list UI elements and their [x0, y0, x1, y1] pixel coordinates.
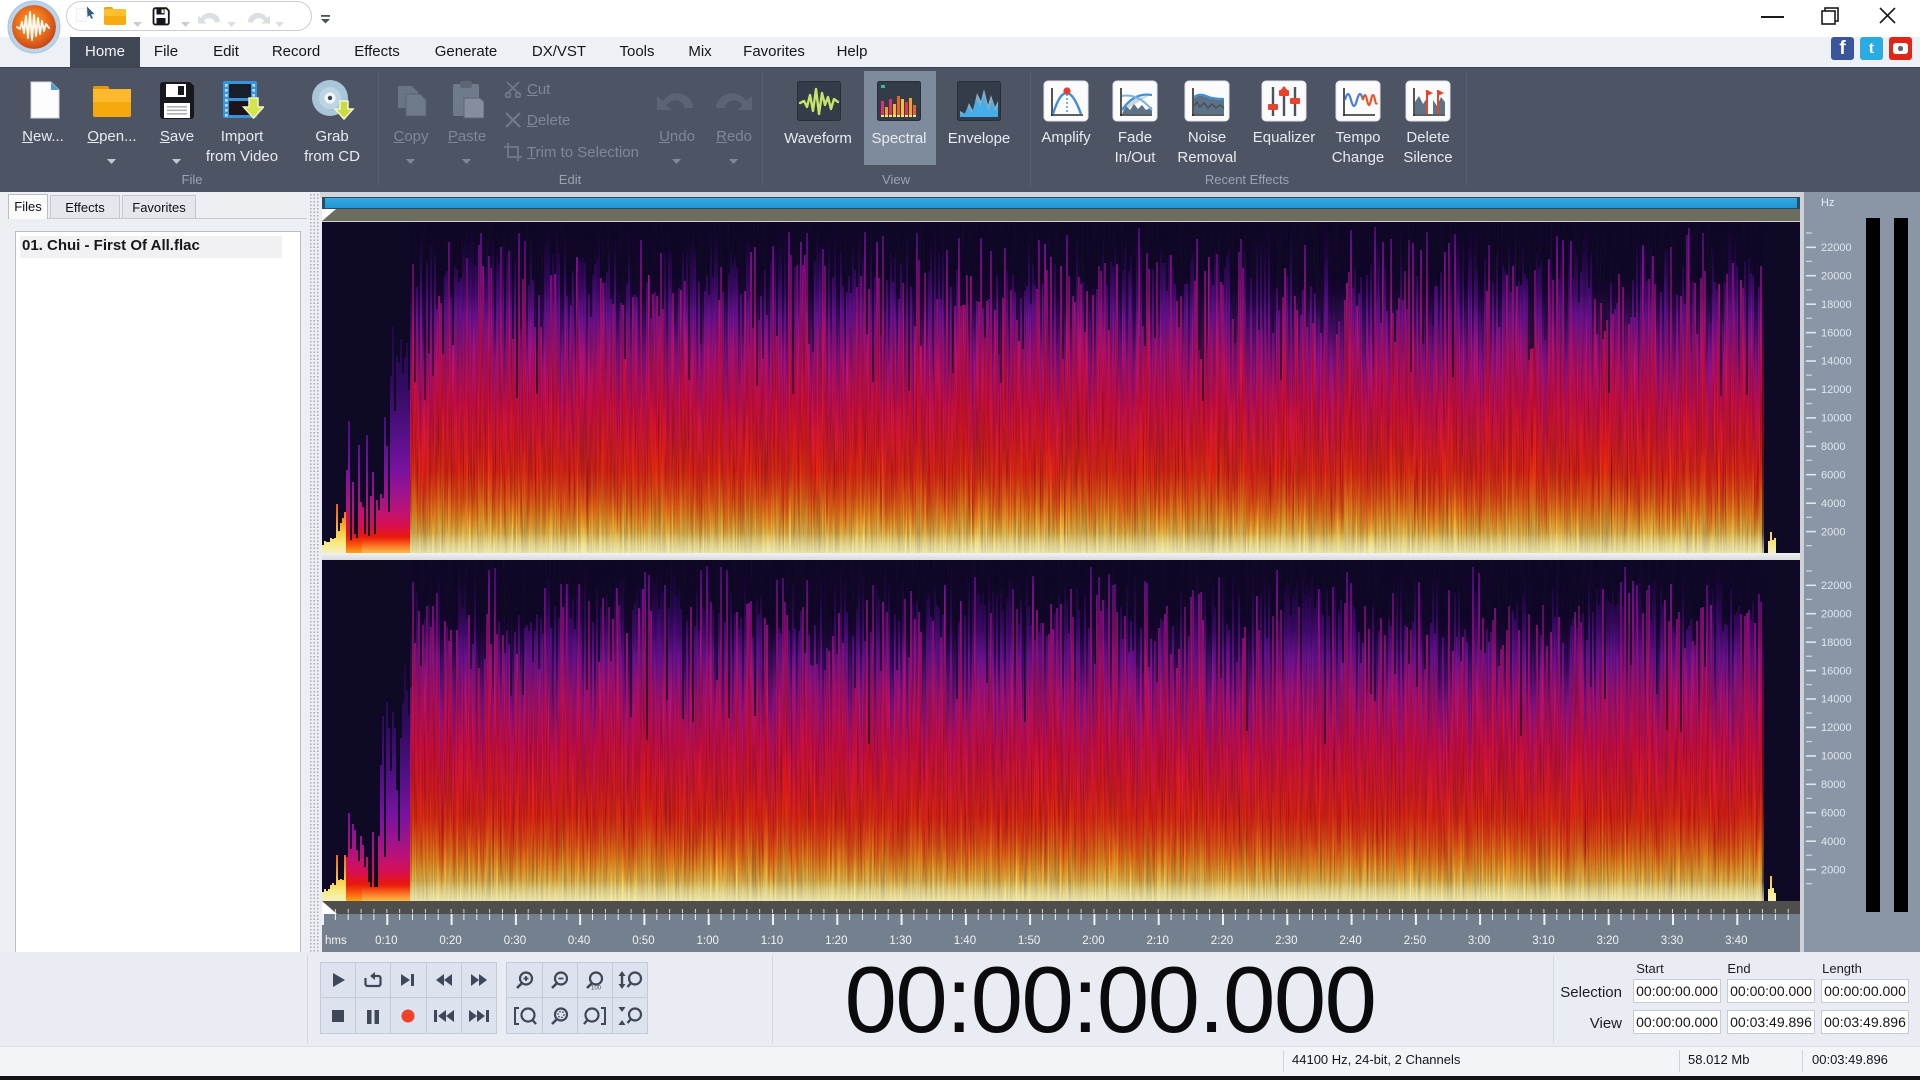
svg-text:1:30: 1:30 [889, 935, 911, 947]
svg-text:4000: 4000 [1821, 498, 1845, 510]
svg-text:12000: 12000 [1821, 722, 1852, 734]
svg-text:1:50: 1:50 [1018, 935, 1040, 947]
svg-text:0:40: 0:40 [568, 935, 590, 947]
svg-text:Hz: Hz [1821, 197, 1834, 209]
svg-text:12000: 12000 [1821, 384, 1852, 396]
svg-text:3:40: 3:40 [1725, 935, 1747, 947]
svg-text:22000: 22000 [1821, 242, 1852, 254]
svg-text:18000: 18000 [1821, 637, 1852, 649]
svg-text:14000: 14000 [1821, 694, 1852, 706]
svg-text:0:20: 0:20 [439, 935, 461, 947]
svg-text:1:00: 1:00 [697, 935, 719, 947]
svg-text:1:20: 1:20 [825, 935, 847, 947]
svg-text:10000: 10000 [1821, 751, 1852, 763]
svg-text:1:40: 1:40 [954, 935, 976, 947]
svg-text:18000: 18000 [1821, 299, 1852, 311]
svg-text:0:10: 0:10 [375, 935, 397, 947]
svg-text:2:40: 2:40 [1339, 935, 1361, 947]
svg-text:2:20: 2:20 [1211, 935, 1233, 947]
svg-text:8000: 8000 [1821, 441, 1845, 453]
svg-text:3:00: 3:00 [1468, 935, 1490, 947]
svg-text:4000: 4000 [1821, 836, 1845, 848]
svg-text:hms: hms [325, 935, 347, 947]
svg-text:6000: 6000 [1821, 807, 1845, 819]
svg-text:1:10: 1:10 [761, 935, 783, 947]
svg-text:3:20: 3:20 [1597, 935, 1619, 947]
svg-text:10000: 10000 [1821, 413, 1852, 425]
svg-text:22000: 22000 [1821, 580, 1852, 592]
svg-text:20000: 20000 [1821, 608, 1852, 620]
svg-text:2000: 2000 [1821, 864, 1845, 876]
svg-text:2:30: 2:30 [1275, 935, 1297, 947]
svg-text:3:30: 3:30 [1661, 935, 1683, 947]
svg-text:16000: 16000 [1821, 665, 1852, 677]
svg-text:3:10: 3:10 [1532, 935, 1554, 947]
svg-text:20000: 20000 [1821, 270, 1852, 282]
svg-text:2:50: 2:50 [1404, 935, 1426, 947]
svg-text:14000: 14000 [1821, 356, 1852, 368]
svg-text:16000: 16000 [1821, 327, 1852, 339]
svg-text:6000: 6000 [1821, 469, 1845, 481]
svg-text:2:00: 2:00 [1082, 935, 1104, 947]
svg-text:2:10: 2:10 [1147, 935, 1169, 947]
svg-text:2000: 2000 [1821, 526, 1845, 538]
svg-text:100: 100 [591, 986, 602, 991]
svg-text:0:50: 0:50 [632, 935, 654, 947]
svg-text:8000: 8000 [1821, 779, 1845, 791]
svg-text:0:30: 0:30 [504, 935, 526, 947]
